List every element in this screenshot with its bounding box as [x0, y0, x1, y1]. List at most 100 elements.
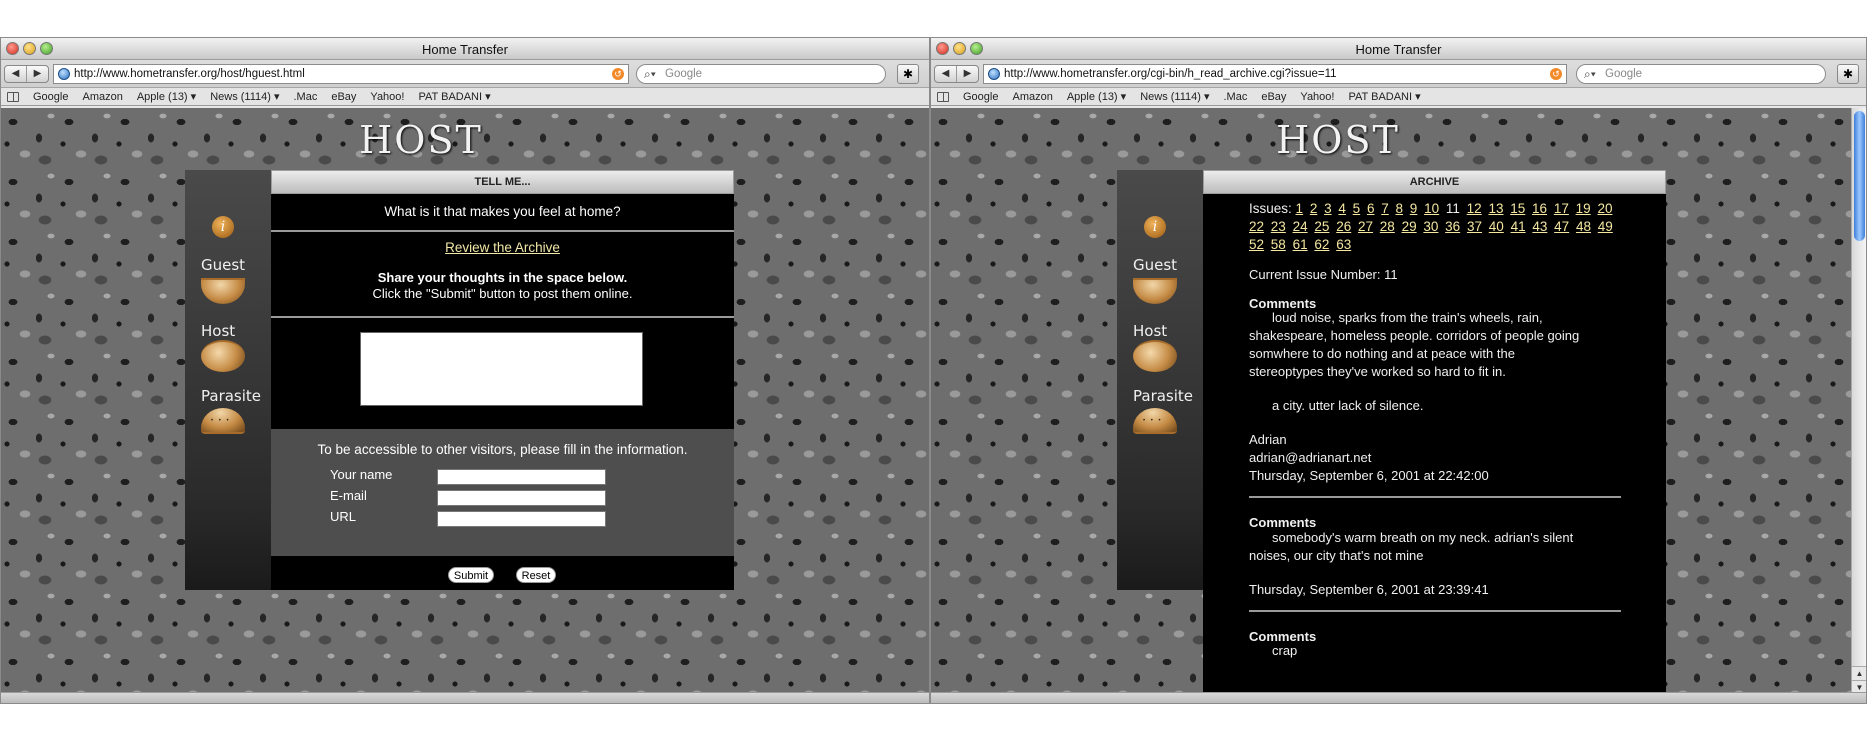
info-icon[interactable]: i — [1144, 216, 1166, 238]
snapback-icon[interactable]: ↺ — [612, 68, 624, 80]
issue-link[interactable]: 13 — [1488, 201, 1503, 216]
bug-report-icon[interactable]: ✱ — [1837, 64, 1859, 84]
issue-link[interactable]: 20 — [1597, 201, 1612, 216]
sidebar-item-guest[interactable]: Guest — [1133, 256, 1177, 274]
issue-link[interactable]: 62 — [1314, 237, 1329, 252]
issue-link[interactable]: 36 — [1445, 219, 1460, 234]
issue-link[interactable]: 23 — [1271, 219, 1286, 234]
issue-link[interactable]: 63 — [1336, 237, 1351, 252]
issue-link[interactable]: 27 — [1358, 219, 1373, 234]
issue-link[interactable]: 10 — [1424, 201, 1439, 216]
comment-text: loud noise, sparks from the train's whee… — [1272, 310, 1543, 325]
issue-link[interactable]: 52 — [1249, 237, 1264, 252]
bookmark-google[interactable]: Google — [33, 91, 68, 103]
issue-link[interactable]: 40 — [1489, 219, 1504, 234]
bookmark-news[interactable]: News (1114) ▾ — [1140, 90, 1209, 103]
issue-link[interactable]: 16 — [1532, 201, 1547, 216]
bookmark-pat-badani[interactable]: PAT BADANI ▾ — [418, 90, 490, 103]
issue-link[interactable]: 48 — [1576, 219, 1591, 234]
issue-link[interactable]: 9 — [1410, 201, 1418, 216]
guest-bowl-icon[interactable] — [1133, 278, 1177, 304]
forward-arrow-icon[interactable]: ▶ — [27, 66, 48, 82]
host-logo[interactable]: HOST — [931, 118, 1833, 162]
forward-arrow-icon[interactable]: ▶ — [957, 66, 978, 82]
bookmark-amazon[interactable]: Amazon — [82, 91, 122, 103]
parasite-bowl-icon[interactable]: • • • — [1133, 408, 1177, 434]
host-bowl-icon[interactable] — [201, 340, 245, 372]
issue-link[interactable]: 5 — [1353, 201, 1361, 216]
host-bowl-icon[interactable] — [1133, 340, 1177, 372]
info-icon[interactable]: i — [212, 216, 234, 238]
bookmark-mac[interactable]: .Mac — [294, 91, 318, 103]
search-input[interactable]: ⌕▾ Google — [1576, 64, 1826, 84]
bookmark-ebay[interactable]: eBay — [1261, 91, 1286, 103]
sidebar-item-parasite[interactable]: Parasite — [201, 387, 261, 405]
vertical-scrollbar[interactable]: ▲ ▼ — [1851, 108, 1866, 694]
search-icon[interactable]: ⌕▾ — [1584, 65, 1596, 83]
title-bar[interactable]: Home Transfer — [1, 38, 929, 60]
email-field[interactable] — [437, 490, 606, 506]
bug-report-icon[interactable]: ✱ — [897, 64, 919, 84]
address-bar[interactable]: http://www.hometransfer.org/host/hguest.… — [53, 64, 629, 84]
sidebar-item-guest[interactable]: Guest — [201, 256, 245, 274]
bookmark-pat-badani[interactable]: PAT BADANI ▾ — [1348, 90, 1420, 103]
snapback-icon[interactable]: ↺ — [1550, 68, 1562, 80]
issue-link[interactable]: 1 — [1296, 201, 1304, 216]
issue-link[interactable]: 41 — [1511, 219, 1526, 234]
submit-button[interactable]: Submit — [448, 567, 494, 583]
issue-link[interactable]: 22 — [1249, 219, 1264, 234]
scrollbar-thumb[interactable] — [1854, 111, 1865, 241]
parasite-bowl-icon[interactable]: • • • — [201, 408, 245, 434]
url-field[interactable] — [437, 511, 606, 527]
bookmark-apple[interactable]: Apple (13) ▾ — [137, 90, 196, 103]
issue-link[interactable]: 4 — [1338, 201, 1346, 216]
issue-link[interactable]: 7 — [1381, 201, 1389, 216]
bookmarks-book-icon[interactable] — [937, 91, 949, 102]
search-icon[interactable]: ⌕▾ — [644, 65, 656, 83]
issue-link[interactable]: 37 — [1467, 219, 1482, 234]
issue-link[interactable]: 3 — [1324, 201, 1332, 216]
issue-link[interactable]: 49 — [1598, 219, 1613, 234]
review-archive-link[interactable]: Review the Archive — [271, 240, 734, 255]
scroll-up-arrow-icon[interactable]: ▲ — [1852, 666, 1866, 680]
bookmark-yahoo[interactable]: Yahoo! — [370, 91, 404, 103]
issue-link[interactable]: 12 — [1467, 201, 1482, 216]
sidebar-item-parasite[interactable]: Parasite — [1133, 387, 1193, 405]
name-field[interactable] — [437, 469, 606, 485]
bookmark-ebay[interactable]: eBay — [331, 91, 356, 103]
bookmark-apple[interactable]: Apple (13) ▾ — [1067, 90, 1126, 103]
issue-link[interactable]: 61 — [1293, 237, 1308, 252]
issue-link[interactable]: 47 — [1554, 219, 1569, 234]
sidebar-item-host[interactable]: Host — [1133, 322, 1167, 340]
issue-link[interactable]: 30 — [1423, 219, 1438, 234]
search-input[interactable]: ⌕▾ Google — [636, 64, 886, 84]
host-logo[interactable]: HOST — [1, 118, 916, 162]
issue-link[interactable]: 25 — [1314, 219, 1329, 234]
issue-link[interactable]: 17 — [1554, 201, 1569, 216]
guest-bowl-icon[interactable] — [201, 278, 245, 304]
reset-button[interactable]: Reset — [516, 567, 556, 583]
issue-link[interactable]: 29 — [1402, 219, 1417, 234]
back-arrow-icon[interactable]: ◀ — [5, 66, 27, 82]
issue-link[interactable]: 19 — [1576, 201, 1591, 216]
bookmark-amazon[interactable]: Amazon — [1012, 91, 1052, 103]
issue-link[interactable]: 2 — [1310, 201, 1318, 216]
issue-link[interactable]: 43 — [1532, 219, 1547, 234]
bookmarks-book-icon[interactable] — [7, 91, 19, 102]
thoughts-textarea[interactable] — [360, 332, 643, 406]
title-bar[interactable]: Home Transfer — [931, 38, 1866, 60]
address-bar[interactable]: http://www.hometransfer.org/cgi-bin/h_re… — [983, 64, 1567, 84]
issue-link[interactable]: 6 — [1367, 201, 1375, 216]
bookmark-google[interactable]: Google — [963, 91, 998, 103]
issue-link[interactable]: 58 — [1271, 237, 1286, 252]
bookmark-yahoo[interactable]: Yahoo! — [1300, 91, 1334, 103]
bookmark-news[interactable]: News (1114) ▾ — [210, 90, 279, 103]
issue-link[interactable]: 15 — [1510, 201, 1525, 216]
issue-link[interactable]: 8 — [1396, 201, 1404, 216]
sidebar-item-host[interactable]: Host — [201, 322, 235, 340]
bookmark-mac[interactable]: .Mac — [1224, 91, 1248, 103]
issue-link[interactable]: 24 — [1293, 219, 1308, 234]
back-arrow-icon[interactable]: ◀ — [935, 66, 957, 82]
issue-link[interactable]: 26 — [1336, 219, 1351, 234]
issue-link[interactable]: 28 — [1380, 219, 1395, 234]
